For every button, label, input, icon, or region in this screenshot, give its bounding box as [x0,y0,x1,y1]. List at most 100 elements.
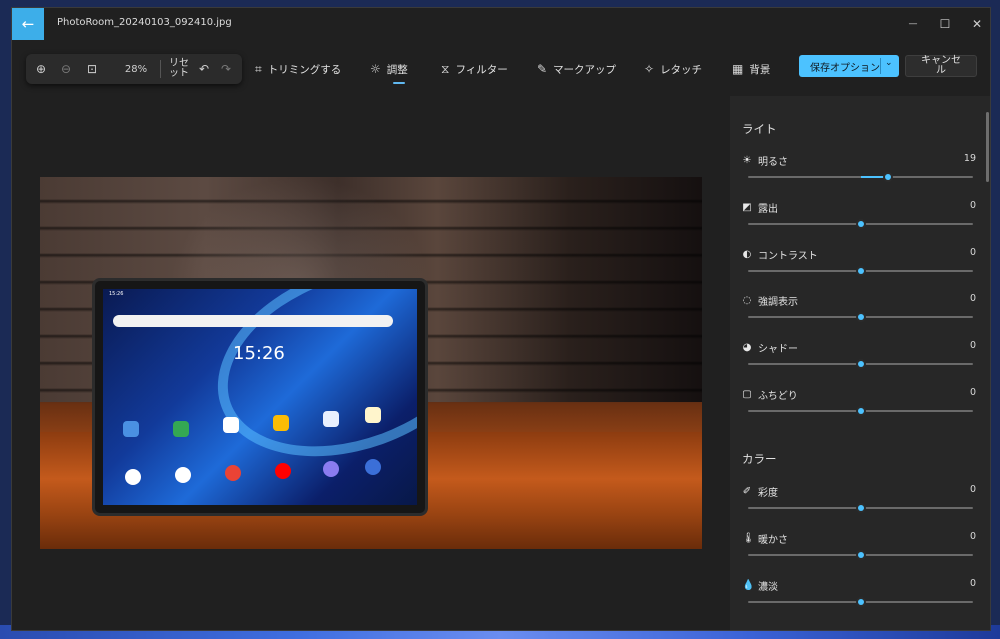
slider-thumb[interactable] [855,218,866,229]
tool-retouch[interactable]: ✧ レタッチ [644,54,702,84]
tool-retouch-label: レタッチ [660,63,703,76]
save-options-button[interactable]: 保存オプション ⌄ [799,55,899,77]
zoom-in-button[interactable]: ⊕ [30,54,52,84]
tool-filter[interactable]: ⧖ フィルター [441,54,508,84]
adjust-label-text: 強調表示 [758,297,798,309]
adjust-label-text: 暖かさ [758,534,788,546]
maximize-icon: ☐ [939,17,951,31]
adjust-slider[interactable] [748,358,973,370]
adjust-panel: ライト ☀ 明るさ 19 ◩ 露出 0 ◐ コントラスト 0 ◌ 強調表示 0 ◕ シャドー 0 ▢ ふちどり 0… [730,96,990,630]
app-icon [273,415,289,431]
brightness-icon: ☼ [370,62,381,76]
adjust-label: 🌡 暖かさ [742,531,788,546]
slider-thumb[interactable] [855,596,866,607]
slider-thumb[interactable] [855,503,866,513]
fit-icon: ⊡ [86,62,98,76]
tablet-clock: 15:26 [233,343,285,364]
slider-thumb[interactable] [855,265,866,276]
adjust-value: 0 [969,293,976,305]
app-icon [365,407,381,423]
adjust-label-text: コントラスト [758,250,818,262]
minimize-button[interactable]: — [897,8,929,40]
panel-scrollbar[interactable] [986,112,989,182]
minimize-icon: — [908,19,918,29]
chevron-down-icon[interactable]: ⌄ [885,58,893,68]
maximize-button[interactable]: ☐ [929,8,961,40]
slider-thumb[interactable] [855,549,866,560]
tool-background-label: 背景 [749,63,771,76]
adjust-value: 0 [969,484,976,495]
zoom-out-icon: ⊖ [60,62,72,76]
adjust-label-text: 明るさ [758,157,788,168]
adjust-label: ✐ 彩度 [742,484,778,499]
fit-to-window-button[interactable]: ⊡ [81,54,103,84]
tablet-screen: 15:26 15:26 [103,289,417,505]
divider [880,58,881,74]
adjust-icon: ▢ [742,389,752,400]
adjust-icon: ◐ [742,248,752,260]
tool-markup-label: マークアップ [553,63,617,76]
adjust-label: ◌ 強調表示 [742,293,798,308]
edited-photo[interactable]: 15:26 15:26 [40,177,702,549]
tablet-search-bar [113,315,393,327]
reset-label: リセット [169,58,189,79]
image-canvas[interactable]: 15:26 15:26 [12,96,724,630]
adjust-icon: ◌ [742,295,752,307]
adjust-slider[interactable] [748,596,973,608]
adjust-icon: 💧 [742,579,755,591]
adjust-slider[interactable] [748,171,973,183]
adjust-slider[interactable] [748,405,973,417]
zoom-in-icon: ⊕ [35,62,47,76]
cancel-button[interactable]: キャンセル [905,55,977,77]
crop-icon: ⌗ [255,61,262,76]
slider-thumb[interactable] [855,406,866,416]
zoom-out-button[interactable]: ⊖ [55,54,77,84]
adjust-label-text: 濃淡 [758,581,778,593]
photos-editor-window: ← PhotoRoom_20240103_092410.jpg — ☐ ✕ ⊕ … [11,7,991,631]
adjust-icon: ☀ [742,155,752,166]
adjust-value: 0 [969,246,976,258]
close-button[interactable]: ✕ [961,8,990,40]
adjust-value: 0 [969,199,976,211]
adjust-value: 0 [969,530,976,542]
divider [160,60,161,78]
slider-thumb[interactable] [855,312,866,323]
app-icon [173,421,189,437]
slider-thumb[interactable] [882,172,893,182]
adjust-slider[interactable] [748,502,973,514]
tool-adjust[interactable]: ☼ 調整 [370,54,408,84]
zoom-percentage: 28% [124,63,148,75]
adjust-slider[interactable] [748,311,973,323]
tool-background[interactable]: ▦ 背景 [732,54,770,84]
tool-crop[interactable]: ⌗ トリミングする [255,54,341,84]
redo-icon: ↷ [220,62,232,76]
filter-icon: ⧖ [441,61,450,76]
adjust-label: ▢ ふちどり [742,387,797,402]
adjust-icon: ✐ [742,486,752,497]
background-icon: ▦ [732,62,744,76]
tool-crop-label: トリミングする [267,63,342,76]
adjust-value: 0 [969,577,976,589]
adjust-label: ◐ コントラスト [742,247,818,262]
adjust-slider[interactable] [748,265,973,277]
adjust-slider[interactable] [748,549,973,561]
adjust-label: ◕ シャドー [742,340,798,355]
adjust-value: 0 [969,340,976,352]
close-icon: ✕ [971,17,983,31]
adjust-label-text: 彩度 [758,488,778,499]
adjust-value: 0 [969,387,976,398]
app-icon [323,461,339,477]
redo-button[interactable]: ↷ [216,54,236,84]
adjust-slider[interactable] [748,218,973,230]
undo-button[interactable]: ↶ [194,54,214,84]
back-button[interactable]: ← [12,8,44,40]
tool-adjust-label: 調整 [386,63,408,76]
back-arrow-icon: ← [21,15,35,33]
slider-thumb[interactable] [855,359,866,370]
app-icon [365,459,381,475]
reset-button[interactable]: リセット [164,54,194,84]
adjust-icon: ◩ [742,201,752,213]
editor-toolbar: ⊕ ⊖ ⊡ 28% リセット ↶ ↷ ⌗ トリミングする ☼ 調整 ⧖ フィルタ… [12,48,990,92]
adjust-label: ◩ 露出 [742,200,778,215]
tool-markup[interactable]: ✎ マークアップ [537,54,616,84]
